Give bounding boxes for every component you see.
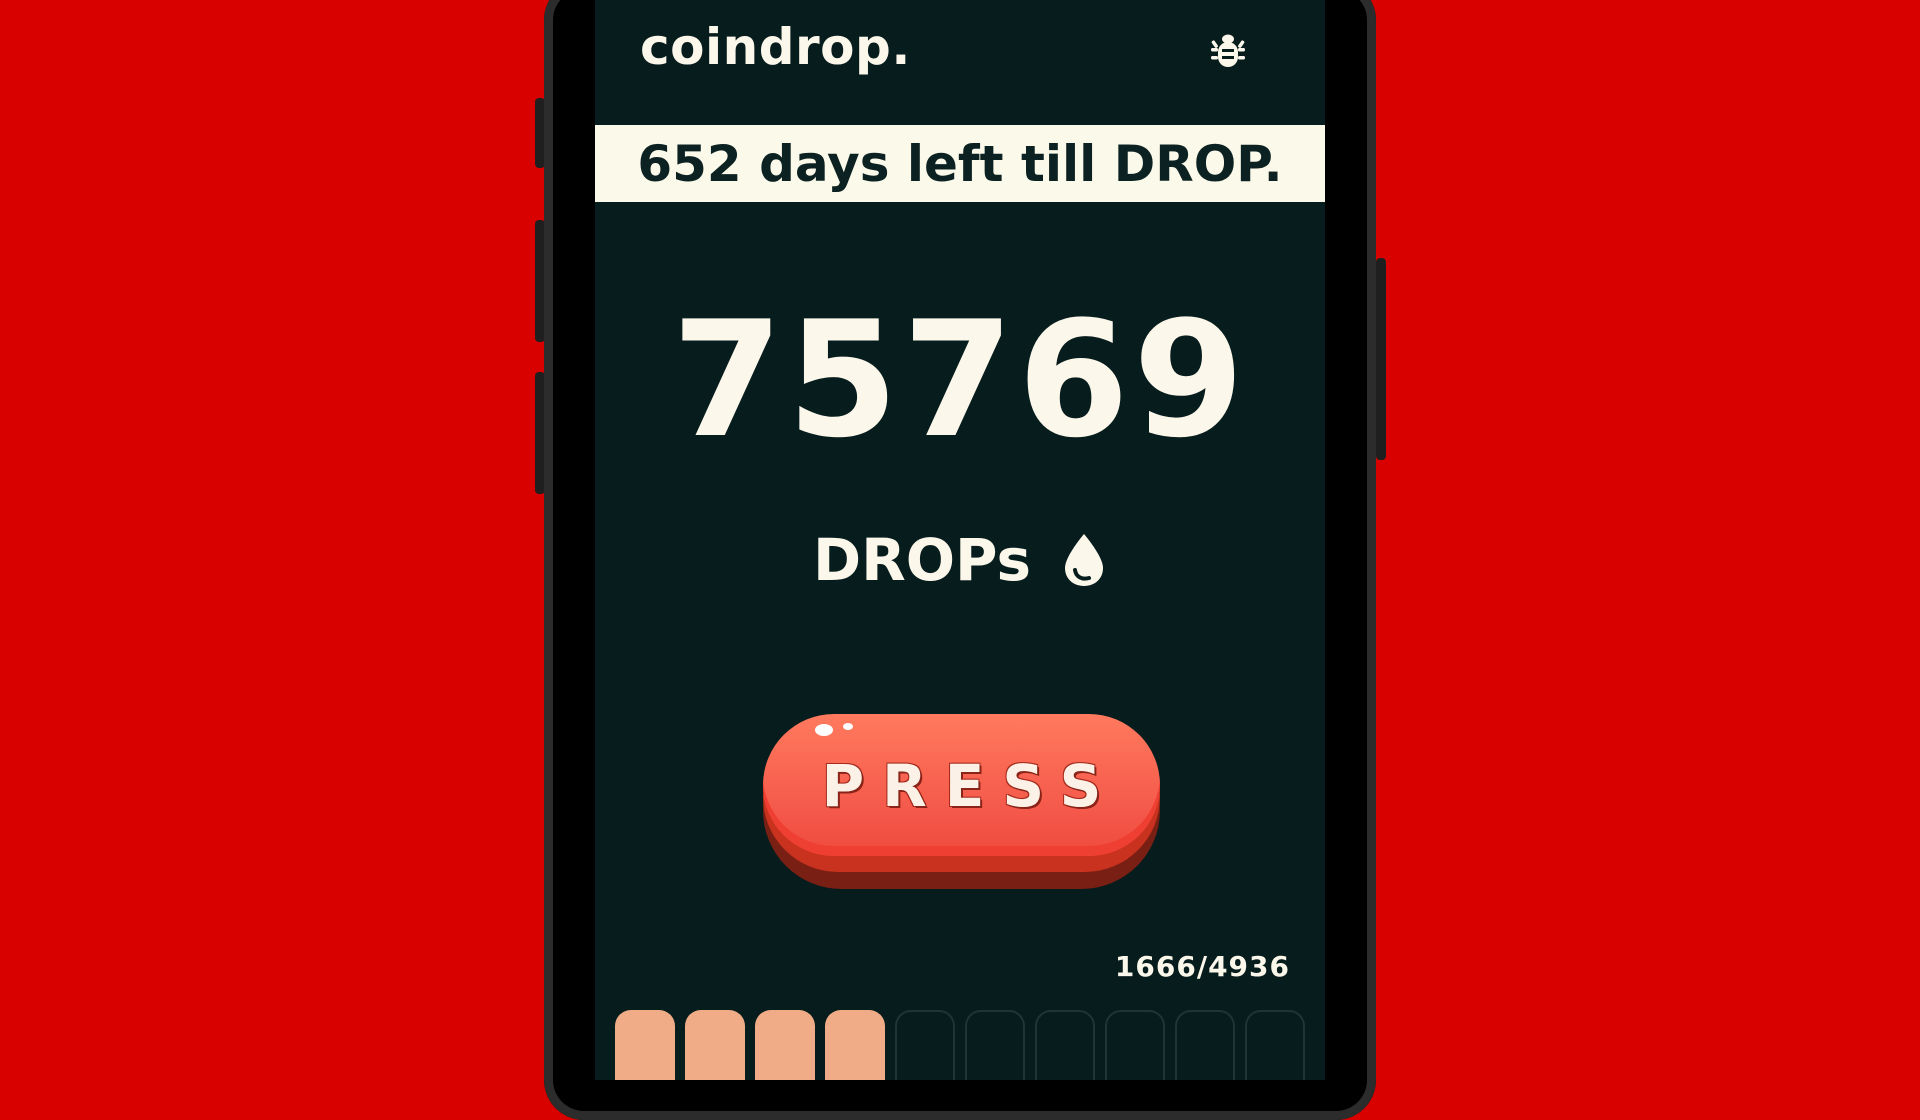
press-button-shine	[815, 724, 833, 736]
countdown-banner: 652 days left till DROP.	[595, 125, 1325, 202]
progress-cell-empty	[965, 1010, 1025, 1080]
progress-cell-filled	[755, 1010, 815, 1080]
progress-cell-empty	[895, 1010, 955, 1080]
press-button[interactable]: PRESS	[763, 714, 1160, 889]
drop-icon	[1065, 534, 1104, 586]
press-button-label: PRESS	[821, 752, 1120, 820]
bug-icon	[1211, 34, 1245, 67]
progress-count: 1666/4936	[1114, 950, 1290, 983]
press-button-shine	[843, 723, 853, 730]
app-screen: coindrop. 652 days left till DROP. 75769…	[595, 0, 1325, 1080]
progress-cell-empty	[1175, 1010, 1235, 1080]
progress-cells	[615, 1010, 1305, 1080]
progress-cell-empty	[1105, 1010, 1165, 1080]
progress-cell-filled	[685, 1010, 745, 1080]
bug-report-button[interactable]	[1205, 28, 1251, 74]
progress-cell-filled	[615, 1010, 675, 1080]
drop-counter: 75769	[671, 286, 1249, 473]
progress-cell-empty	[1035, 1010, 1095, 1080]
phone-power-button	[1376, 258, 1386, 460]
progress-cell-filled	[825, 1010, 885, 1080]
progress-cell-empty	[1245, 1010, 1305, 1080]
countdown-text: 652 days left till DROP.	[637, 134, 1283, 193]
app-logo: coindrop.	[640, 18, 911, 76]
counter-unit: DROPs	[595, 520, 1325, 600]
app-bar: coindrop.	[595, 0, 1325, 125]
unit-label: DROPs	[812, 526, 1032, 594]
